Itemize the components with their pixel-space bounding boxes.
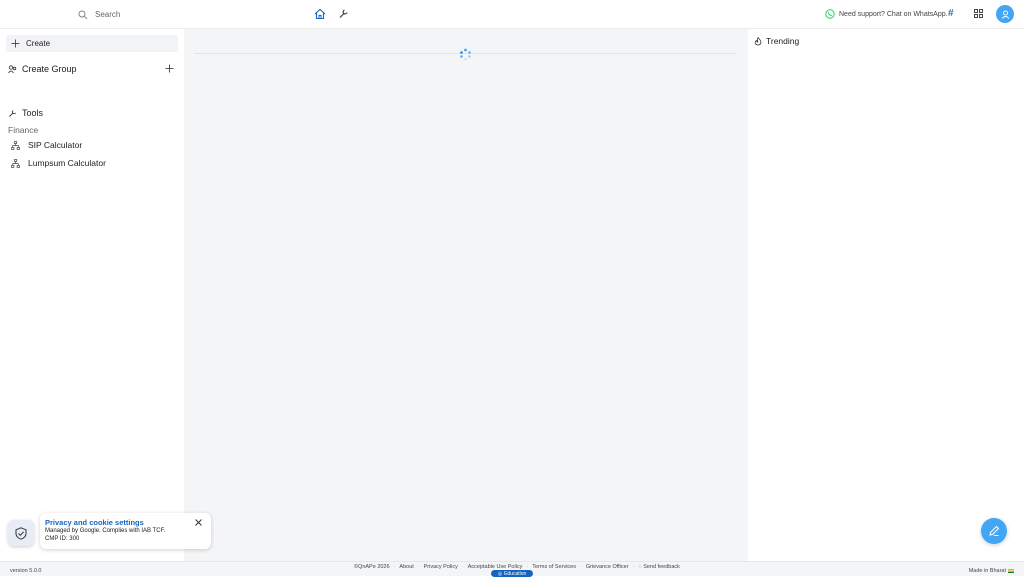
fire-icon — [754, 36, 762, 45]
privacy-subtitle: Managed by Google. Complies with IAB TCF… — [45, 528, 166, 534]
wrench-icon — [9, 109, 16, 117]
plus-icon — [11, 39, 20, 48]
india-flag-icon — [1008, 569, 1014, 573]
privacy-badge[interactable] — [8, 520, 34, 546]
feedback-link[interactable]: ◌ Send feedback — [638, 564, 680, 570]
made-in-label: Made in Bharat — [968, 568, 1006, 574]
sidebar-item-lumpsum-calculator[interactable]: Lumpsum Calculator — [11, 158, 106, 168]
whatsapp-support-link[interactable]: Need support? Chat on WhatsApp. — [825, 8, 948, 20]
privacy-cookie-popup[interactable]: Privacy and cookie settings Managed by G… — [40, 513, 211, 549]
feedback-label: Send feedback — [643, 564, 680, 570]
close-icon[interactable] — [195, 519, 202, 526]
whatsapp-icon — [825, 9, 835, 19]
made-in-text: Made in Bharat — [969, 568, 1014, 574]
create-group-row[interactable]: Create Group — [8, 63, 176, 75]
main-feed — [184, 29, 748, 561]
loading-spinner-icon — [460, 48, 471, 61]
search-input[interactable] — [95, 10, 275, 19]
create-button[interactable]: Create — [6, 35, 178, 52]
sidebar: Create Create Group Tools Finance SIP Ca… — [0, 29, 184, 561]
trending-heading: Trending — [754, 36, 799, 46]
hashtag-icon[interactable]: # — [948, 9, 957, 19]
privacy-cmp-id: CMP ID: 300 — [45, 536, 80, 542]
hierarchy-icon — [11, 158, 20, 168]
sidebar-item-label: Lumpsum Calculator — [28, 158, 106, 168]
top-bar: Need support? Chat on WhatsApp. # — [0, 0, 1024, 29]
create-label: Create — [26, 39, 51, 48]
trending-label: Trending — [766, 36, 800, 46]
footer-link-terms[interactable]: Terms of Services — [532, 564, 576, 570]
footer-link-grievance[interactable]: Grievance Officer — [586, 564, 629, 570]
home-icon[interactable] — [314, 8, 326, 20]
wrench-icon[interactable] — [338, 8, 349, 19]
sidebar-item-label: SIP Calculator — [28, 140, 83, 150]
footer-link-about[interactable]: About — [399, 564, 413, 570]
privacy-title[interactable]: Privacy and cookie settings — [45, 518, 206, 527]
tools-label: Tools — [22, 108, 44, 118]
section-label: Finance — [8, 125, 39, 135]
group-icon — [8, 64, 17, 73]
apps-grid-icon[interactable] — [974, 9, 983, 18]
version-text: version 5.0.0 — [10, 568, 42, 574]
shield-check-icon — [15, 526, 27, 540]
footer-link-privacy-policy[interactable]: Privacy Policy — [424, 564, 458, 570]
footer: version 5.0.0 ©QnAPe 2026 · About · Priv… — [0, 561, 1024, 577]
hierarchy-icon — [11, 140, 20, 150]
search-icon — [78, 10, 88, 19]
sidebar-item-sip-calculator[interactable]: SIP Calculator — [11, 140, 82, 150]
compose-button[interactable] — [981, 518, 1007, 544]
pencil-icon — [989, 525, 1000, 536]
feedback-icon: ◌ — [638, 564, 642, 570]
support-text: Need support? Chat on WhatsApp. — [839, 10, 948, 18]
add-group-icon[interactable] — [165, 64, 174, 73]
tools-heading: Tools — [8, 108, 43, 118]
user-icon — [1001, 10, 1009, 19]
avatar[interactable] — [996, 5, 1014, 23]
search-bar[interactable] — [78, 7, 298, 22]
copyright-text: ©QnAPe 2026 — [354, 564, 390, 570]
create-group-label: Create Group — [22, 64, 77, 74]
right-panel: Trending — [748, 29, 1024, 561]
